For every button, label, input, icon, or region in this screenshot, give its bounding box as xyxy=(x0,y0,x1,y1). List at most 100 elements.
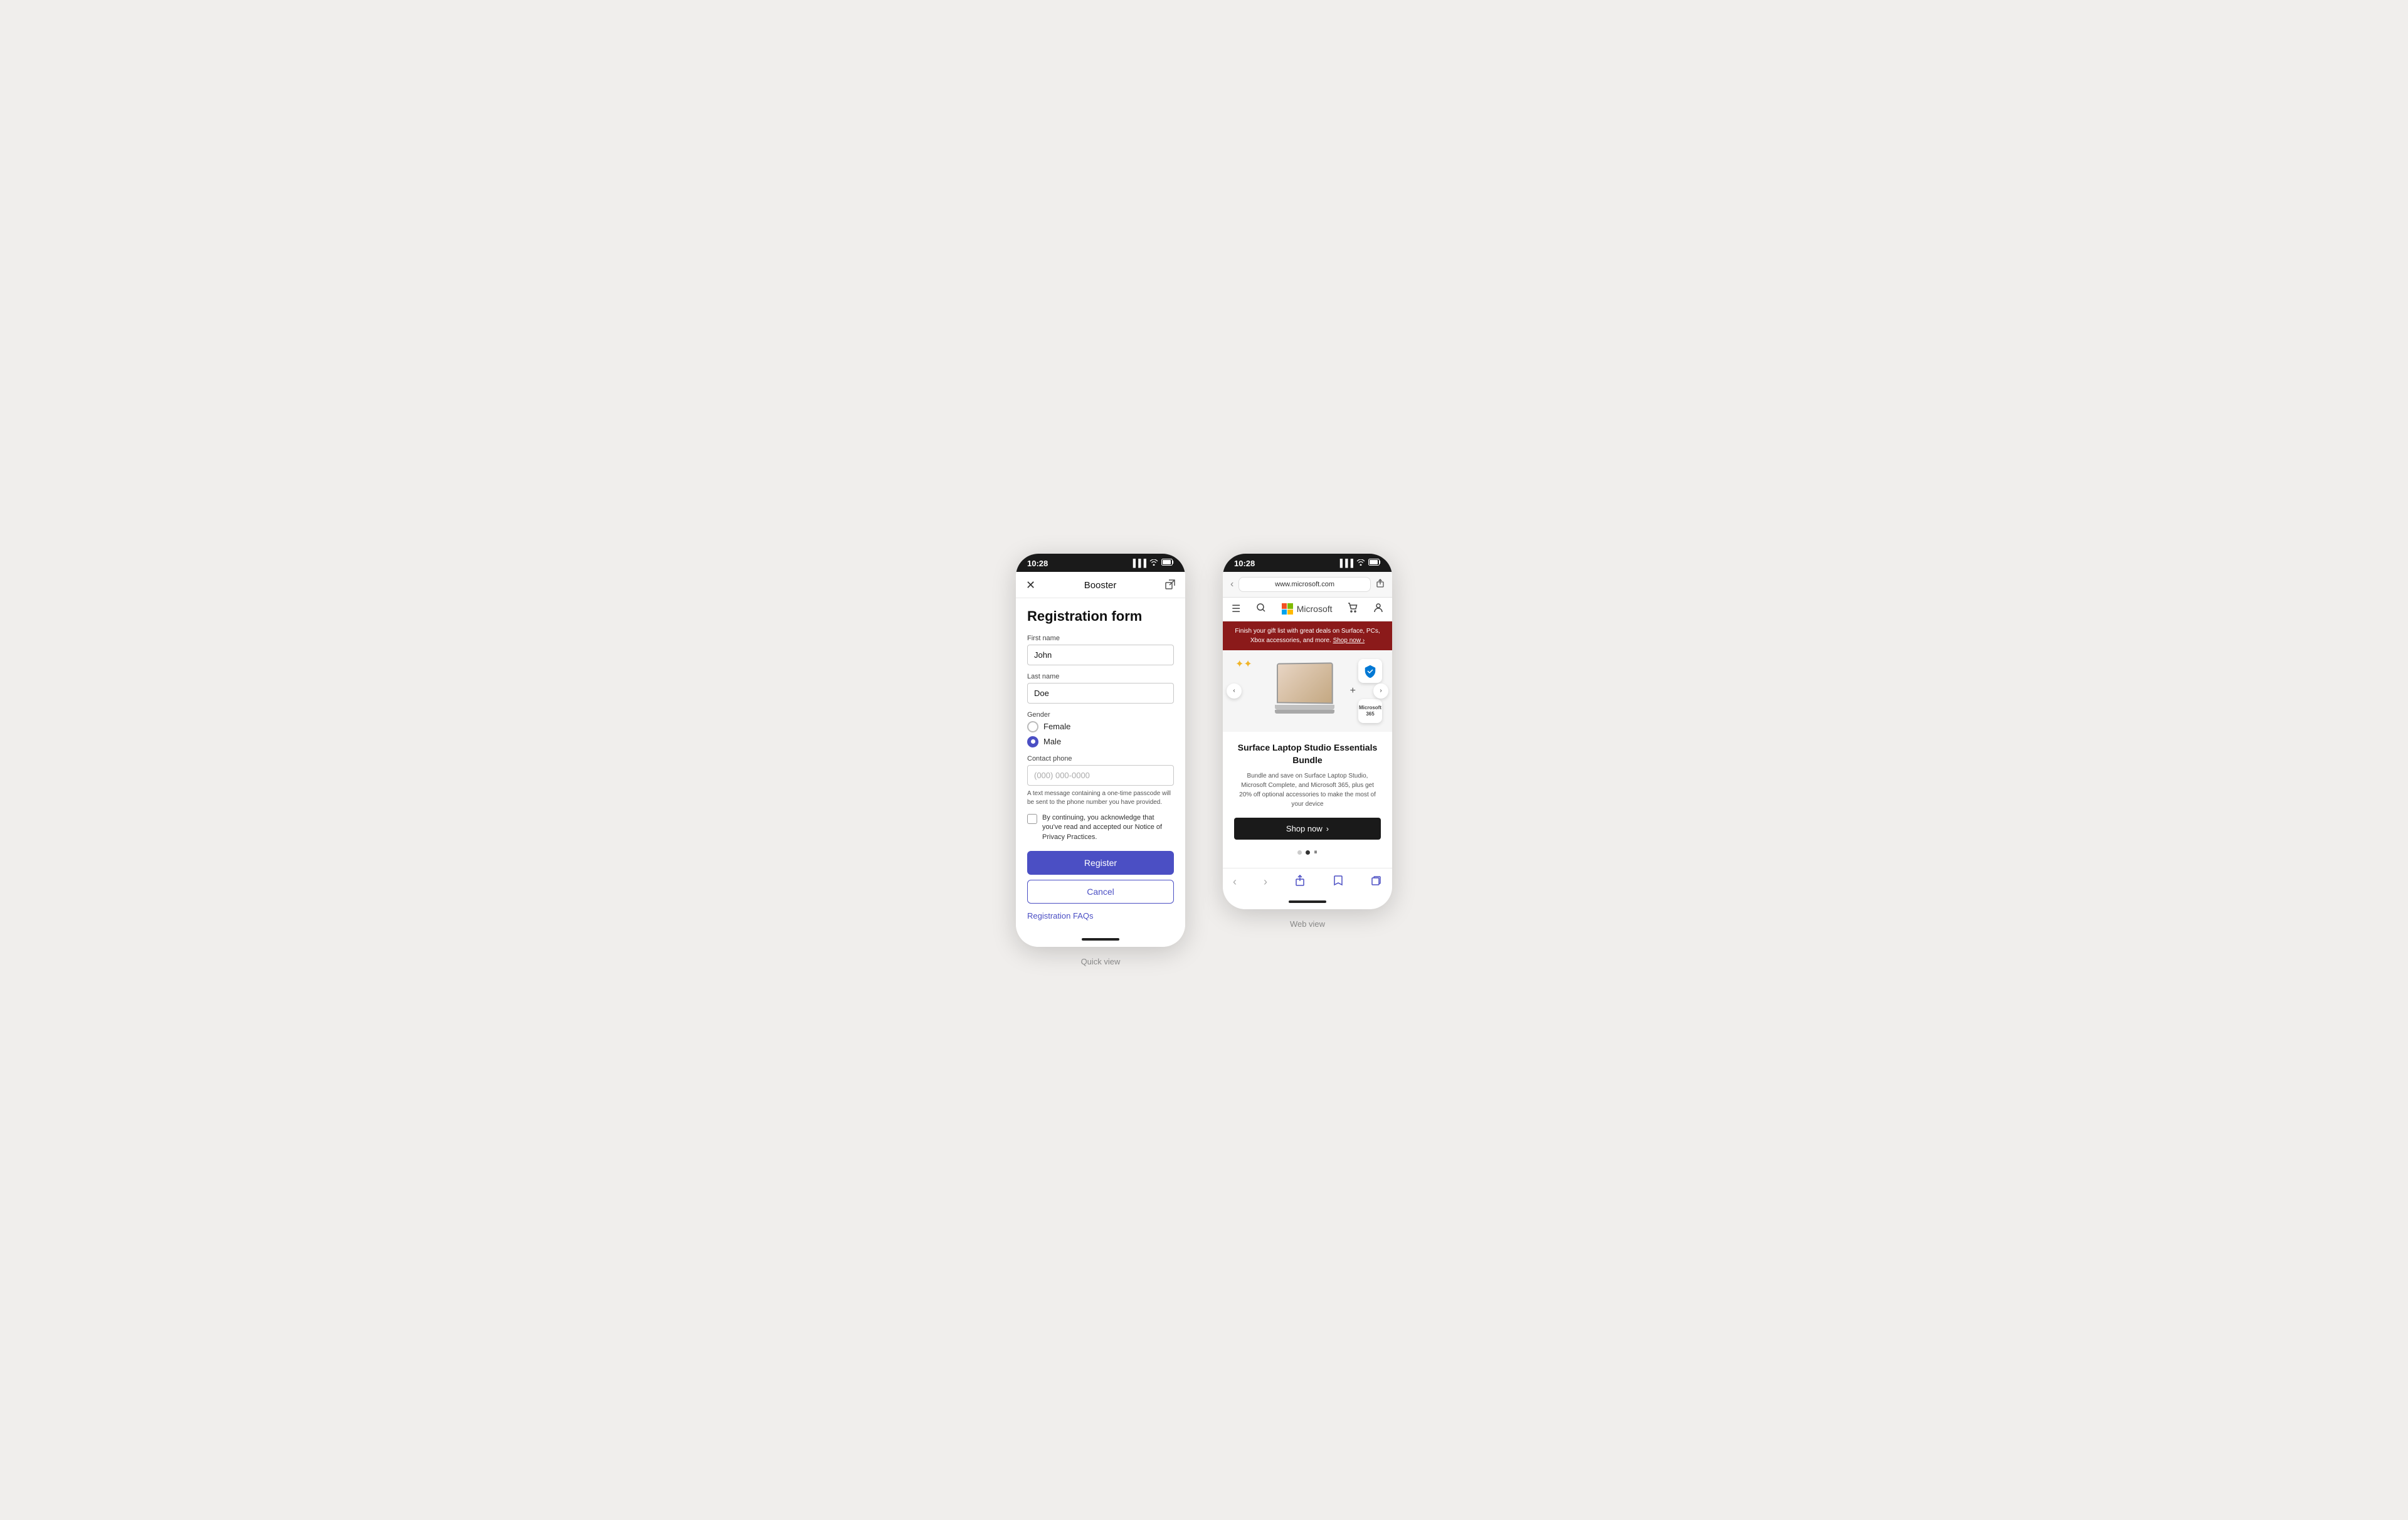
product-card: Surface Laptop Studio Essentials Bundle … xyxy=(1223,732,1392,868)
qv-app-header: ✕ Booster xyxy=(1016,572,1185,598)
first-name-group: First name xyxy=(1027,635,1174,665)
form-title: Registration form xyxy=(1027,608,1174,625)
browser-back-button[interactable]: ‹ xyxy=(1230,579,1233,590)
hamburger-menu-icon[interactable]: ☰ xyxy=(1232,603,1240,615)
contact-phone-input[interactable] xyxy=(1027,765,1174,786)
wb-battery-icon xyxy=(1368,559,1381,567)
radio-female[interactable]: Female xyxy=(1027,721,1174,732)
register-button[interactable]: Register xyxy=(1027,851,1174,875)
wb-home-indicator xyxy=(1223,895,1392,909)
ms-sq-yellow xyxy=(1287,610,1293,615)
signal-icon: ▐▐▐ xyxy=(1130,559,1146,567)
qv-status-right: ▐▐▐ xyxy=(1130,559,1174,567)
carousel-dots: ⏸ xyxy=(1234,848,1381,857)
wb-home-bar xyxy=(1289,900,1326,903)
qv-external-button[interactable] xyxy=(1165,579,1175,591)
webview-label: Web view xyxy=(1290,919,1325,929)
dot-1 xyxy=(1297,850,1302,855)
carousel-next-button[interactable]: › xyxy=(1373,683,1388,699)
sparkle-icon: ✦✦ xyxy=(1235,658,1252,670)
url-bar[interactable]: www.microsoft.com xyxy=(1238,577,1371,592)
shop-now-label: Shop now xyxy=(1286,824,1323,833)
sms-notice-text: A text message containing a one-time pas… xyxy=(1027,789,1174,807)
home-bar xyxy=(1082,938,1119,941)
webview-phone-container: 10:28 ▐▐▐ xyxy=(1223,554,1392,929)
last-name-label: Last name xyxy=(1027,673,1174,680)
shop-now-button[interactable]: Shop now › xyxy=(1234,818,1381,840)
ms-brand-label: Microsoft xyxy=(1297,604,1333,614)
promo-banner[interactable]: Finish your gift list with great deals o… xyxy=(1223,621,1392,650)
radio-male[interactable]: Male xyxy=(1027,736,1174,747)
last-name-group: Last name xyxy=(1027,673,1174,704)
ms365-badge-label: Microsoft365 xyxy=(1359,705,1381,717)
radio-circle-female xyxy=(1027,721,1038,732)
ms-sq-blue xyxy=(1282,610,1287,615)
contact-phone-section: Contact phone A text message containing … xyxy=(1027,755,1174,807)
ms-sq-green xyxy=(1287,603,1293,609)
wb-wifi-icon xyxy=(1356,559,1365,567)
promo-shop-link[interactable]: Shop now › xyxy=(1333,637,1365,644)
shop-now-arrow: › xyxy=(1326,824,1329,833)
browser-share-button[interactable] xyxy=(1376,579,1385,589)
browser-bottom-bar: ‹ › xyxy=(1223,868,1392,895)
privacy-text: By continuing, you acknowledge that you'… xyxy=(1042,813,1174,842)
first-name-label: First name xyxy=(1027,635,1174,642)
privacy-checkbox[interactable] xyxy=(1027,814,1037,824)
qv-home-indicator xyxy=(1016,933,1185,947)
quickview-phone: 10:28 ▐▐▐ xyxy=(1016,554,1185,947)
browser-bottom-tabs[interactable] xyxy=(1371,875,1382,889)
ms-sq-red xyxy=(1282,603,1287,609)
first-name-input[interactable] xyxy=(1027,645,1174,665)
dot-2-active xyxy=(1306,850,1310,855)
browser-bottom-share[interactable] xyxy=(1294,875,1306,889)
promo-text: Finish your gift list with great deals o… xyxy=(1235,628,1380,644)
microsoft-complete-badge xyxy=(1358,659,1382,683)
wb-signal-icon: ▐▐▐ xyxy=(1337,559,1353,567)
ms-nav-bar: ☰ Microsoft xyxy=(1223,598,1392,621)
gender-options: Female Male xyxy=(1027,721,1174,747)
wb-time: 10:28 xyxy=(1234,559,1255,568)
qv-close-button[interactable]: ✕ xyxy=(1026,579,1035,591)
carousel-prev-button[interactable]: ‹ xyxy=(1227,683,1242,699)
qv-app-title: Booster xyxy=(1084,580,1117,591)
quickview-label: Quick view xyxy=(1081,957,1121,966)
qv-form-body: Registration form First name Last name G… xyxy=(1016,598,1185,933)
pause-icon[interactable]: ⏸ xyxy=(1314,848,1318,857)
account-icon[interactable] xyxy=(1373,603,1383,616)
product-image-wrapper: ✦✦ xyxy=(1223,650,1392,732)
contact-label: Contact phone xyxy=(1027,755,1174,763)
ms365-badge: Microsoft365 xyxy=(1358,699,1382,723)
browser-bottom-back[interactable]: ‹ xyxy=(1233,875,1237,889)
gender-group: Gender Female Male xyxy=(1027,711,1174,747)
quickview-phone-container: 10:28 ▐▐▐ xyxy=(1016,554,1185,966)
qv-time: 10:28 xyxy=(1027,559,1048,568)
laptop-foot xyxy=(1275,710,1334,714)
browser-bottom-forward[interactable]: › xyxy=(1264,875,1267,889)
radio-circle-male xyxy=(1027,736,1038,747)
ms-logo-squares xyxy=(1282,603,1293,615)
faq-link[interactable]: Registration FAQs xyxy=(1027,911,1174,921)
wb-status-bar: 10:28 ▐▐▐ xyxy=(1223,554,1392,572)
product-title: Surface Laptop Studio Essentials Bundle xyxy=(1234,742,1381,766)
privacy-checkbox-group: By continuing, you acknowledge that you'… xyxy=(1027,813,1174,842)
male-label: Male xyxy=(1043,737,1061,746)
product-image: ✦✦ xyxy=(1223,650,1392,732)
ms-logo-group: Microsoft xyxy=(1282,603,1333,615)
shield-icon xyxy=(1363,664,1377,678)
product-desc: Bundle and save on Surface Laptop Studio… xyxy=(1234,771,1381,809)
browser-bar: ‹ www.microsoft.com xyxy=(1223,572,1392,598)
page-wrapper: 10:28 ▐▐▐ xyxy=(978,516,1430,1004)
cancel-button[interactable]: Cancel xyxy=(1027,880,1174,904)
carousel-nav: ‹ › xyxy=(1223,683,1392,699)
search-icon[interactable] xyxy=(1256,603,1266,616)
qv-status-bar: 10:28 ▐▐▐ xyxy=(1016,554,1185,572)
wifi-icon xyxy=(1149,559,1158,567)
browser-bottom-bookmarks[interactable] xyxy=(1333,875,1344,889)
cart-icon[interactable] xyxy=(1348,603,1358,616)
gender-label: Gender xyxy=(1027,711,1174,719)
battery-icon xyxy=(1161,559,1174,567)
last-name-input[interactable] xyxy=(1027,683,1174,704)
female-label: Female xyxy=(1043,722,1070,731)
laptop-base xyxy=(1275,705,1334,710)
wb-status-right: ▐▐▐ xyxy=(1337,559,1381,567)
